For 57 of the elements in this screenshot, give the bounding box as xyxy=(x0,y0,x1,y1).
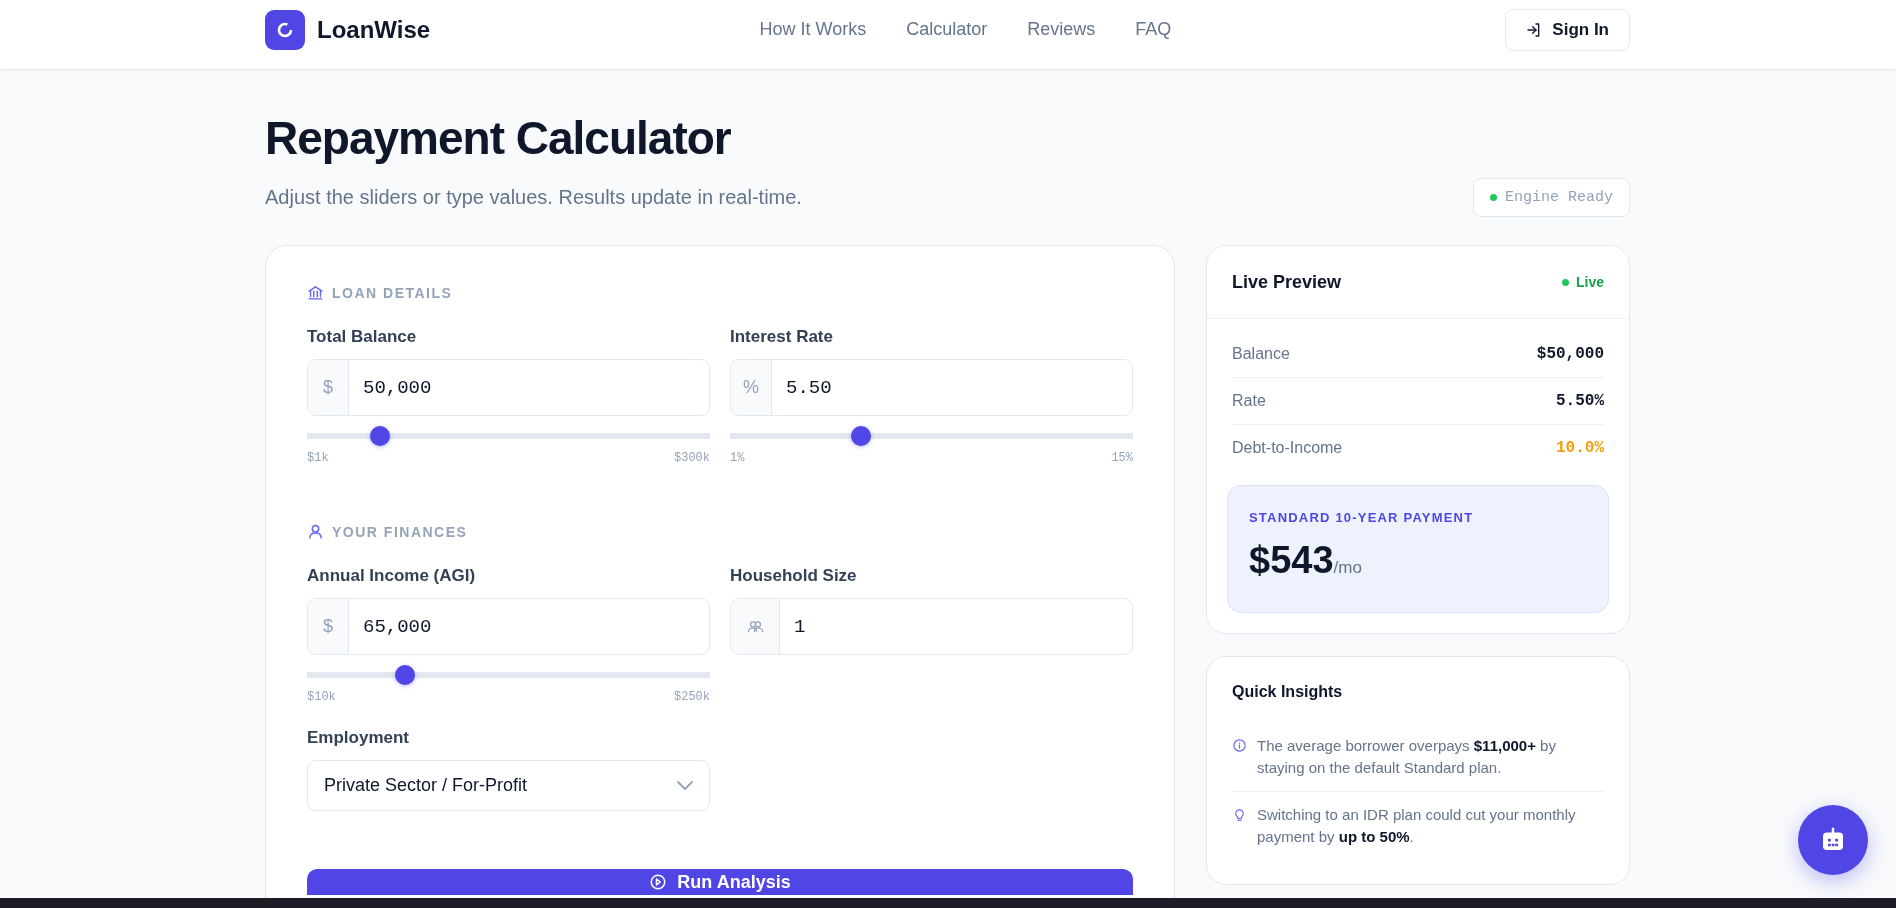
person-icon xyxy=(307,523,324,540)
metric-label: Debt-to-Income xyxy=(1232,439,1343,457)
range-min-label: $1k xyxy=(307,451,329,465)
input-field[interactable]: $ 50,000 xyxy=(307,359,710,416)
field-label: Household Size xyxy=(730,566,858,586)
card-title: Live Preview xyxy=(1232,271,1342,293)
input-field[interactable]: $ 65,000 xyxy=(307,598,710,655)
prefix-symbol: % xyxy=(743,377,759,398)
play-icon xyxy=(649,873,668,891)
section-title: LOAN DETAILS xyxy=(332,284,453,301)
people-icon xyxy=(746,618,764,635)
card-title: Quick Insights xyxy=(1232,683,1344,701)
slider-thumb[interactable] xyxy=(394,665,415,685)
bank-icon xyxy=(307,284,324,301)
page-title: Repayment Calculator xyxy=(265,111,732,166)
slider-thumb[interactable] xyxy=(369,426,390,446)
field-label: Total Balance xyxy=(307,327,418,347)
chat-button[interactable] xyxy=(1798,805,1868,875)
payment-amount: $543 xyxy=(1249,539,1334,582)
metric-value: 5.50% xyxy=(1556,392,1604,410)
field-label: Interest Rate xyxy=(730,327,834,347)
nav-link[interactable]: Reviews xyxy=(1027,19,1096,40)
chevron-down-icon xyxy=(677,781,693,790)
nav-link[interactable]: How It Works xyxy=(759,19,867,40)
insight-text: Switching to an IDR plan could cut your monthly payment by up to 50%. xyxy=(1257,805,1577,847)
metric-value: $50,000 xyxy=(1536,345,1604,363)
section-title: YOUR FINANCES xyxy=(332,523,468,540)
nav-link[interactable]: FAQ xyxy=(1135,19,1172,40)
range-min-label: 1% xyxy=(730,451,745,465)
live-label: Live xyxy=(1576,274,1604,290)
field-label: Annual Income (AGI) xyxy=(307,566,477,586)
payment-unit: /mo xyxy=(1333,558,1362,578)
lightbulb-icon xyxy=(1232,807,1247,822)
brand-name: LoanWise xyxy=(317,15,431,44)
insight-text: The average borrower overpays $11,000+ by staying on the default Standard plan. xyxy=(1257,736,1557,778)
slider-thumb[interactable] xyxy=(851,426,872,446)
input-field[interactable]: % 5.50 xyxy=(730,359,1133,416)
range-max-label: $300k xyxy=(674,451,710,465)
sign-in-button[interactable]: Sign In xyxy=(1505,8,1630,51)
status-text: Engine Ready xyxy=(1504,189,1613,206)
prefix-symbol: $ xyxy=(323,377,333,398)
payment-label: STANDARD 10-YEAR PAYMENT xyxy=(1249,510,1475,525)
range-max-label: 15% xyxy=(1111,451,1133,465)
input-field[interactable]: 1 xyxy=(730,598,1133,655)
field-label: Employment xyxy=(307,728,411,748)
range-max-label: $250k xyxy=(674,690,710,704)
nav-link[interactable]: Calculator xyxy=(906,19,988,40)
metric-value: 10.0% xyxy=(1556,439,1604,457)
run-analysis-button[interactable]: Run Analysis xyxy=(307,869,1133,895)
employment-dropdown[interactable]: Private Sector / For-Profit xyxy=(307,760,710,811)
info-icon xyxy=(1232,738,1247,753)
metric-label: Balance xyxy=(1232,345,1290,363)
metric-label: Rate xyxy=(1232,392,1266,410)
range-min-label: $10k xyxy=(307,690,336,704)
logo-icon xyxy=(265,9,305,50)
page-subtitle: Adjust the sliders or type values. Results update in real-time. xyxy=(265,186,802,209)
prefix-symbol: $ xyxy=(323,616,333,637)
